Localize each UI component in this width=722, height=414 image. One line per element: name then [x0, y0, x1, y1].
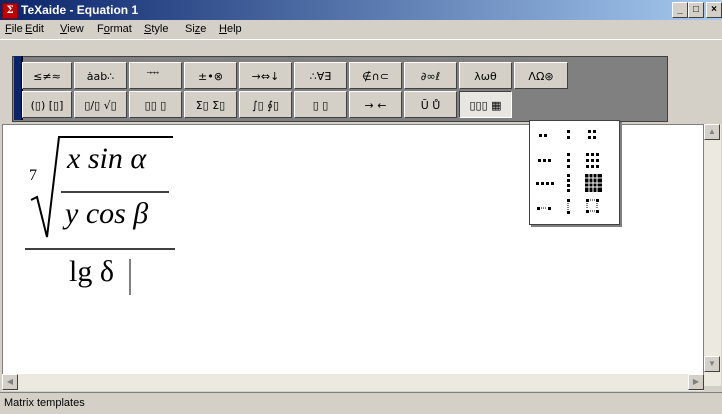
vertical-scrollbar[interactable]: ▲ ▼	[704, 124, 721, 386]
numerator-text[interactable]: x sin α	[67, 142, 146, 176]
matrix-4x1-template	[567, 174, 570, 192]
matrix-1xn-template	[537, 207, 551, 210]
set-theory-palette-button[interactable]: ∉∩⊂	[349, 62, 402, 89]
matrix-1x2-template	[539, 134, 547, 137]
app-icon[interactable]: Σ	[2, 3, 18, 19]
menu-format[interactable]: Format	[97, 23, 132, 35]
menu-style[interactable]: Style	[144, 23, 168, 35]
status-text: Matrix templates	[4, 397, 85, 409]
greek-uppercase-palette-button[interactable]: ΛΩ⊛	[514, 62, 568, 89]
menu-help[interactable]: Help	[219, 23, 242, 35]
fences-palette-button[interactable]: (▯) [▯]	[22, 91, 72, 118]
greek-lowercase-palette-button[interactable]: λωθ	[459, 62, 512, 89]
matrix-3x1-template	[567, 153, 570, 168]
relations-palette-button[interactable]: ≤≠≈	[22, 62, 72, 89]
matrix-mxn-template	[586, 199, 599, 213]
matrix-1x4-template	[536, 182, 554, 185]
maximize-button[interactable]: □	[688, 2, 704, 18]
matrix-3x3-template	[586, 153, 599, 168]
scroll-up-button[interactable]: ▲	[704, 124, 720, 140]
integrals-palette-button[interactable]: ∫▯ ∮▯	[239, 91, 292, 118]
matrix-1x3-template	[538, 159, 551, 162]
menu-bar: File Edit View Format Style Size Help	[0, 20, 722, 40]
status-bar: Matrix templates	[0, 392, 722, 414]
summations-palette-button[interactable]: Σ▯ Σ▯	[184, 91, 237, 118]
scroll-left-button[interactable]: ◀	[2, 374, 18, 390]
menu-edit[interactable]: Edit	[25, 23, 44, 35]
horizontal-scrollbar[interactable]: ◀ ▶	[2, 374, 704, 391]
fractions-radicals-palette-button[interactable]: ▯/▯ √▯	[74, 91, 127, 118]
matrix-4x4-template	[585, 174, 602, 192]
title-bar: Σ TeXaide - Equation 1 _ □ ×	[0, 0, 722, 20]
menu-view[interactable]: View	[60, 23, 84, 35]
denominator-text[interactable]: y cos β	[65, 197, 148, 231]
products-palette-button[interactable]: Ū Ů	[404, 91, 457, 118]
matrix-2x1-template	[567, 130, 570, 139]
subscripts-palette-button[interactable]: ▯▯ ▯	[129, 91, 182, 118]
root-index: 7	[29, 167, 37, 184]
matrix-2x2-template	[588, 130, 596, 139]
embellishments-palette-button[interactable]: ⃗ ⃗ ⃗	[129, 62, 182, 89]
matrix-templates-grid	[536, 130, 602, 214]
scroll-right-button[interactable]: ▶	[688, 374, 704, 390]
minimize-button[interactable]: _	[672, 2, 688, 18]
scroll-down-button[interactable]: ▼	[704, 356, 720, 372]
bars-palette-button[interactable]: ▯ ▯	[294, 91, 347, 118]
bottom-text[interactable]: lg δ	[69, 255, 114, 289]
labeled-arrows-palette-button[interactable]: → ←	[349, 91, 402, 118]
misc-symbols-palette-button[interactable]: ∂∞ℓ	[404, 62, 457, 89]
window-title: TeXaide - Equation 1	[21, 3, 139, 17]
arrows-palette-button[interactable]: →⇔↓	[239, 62, 292, 89]
matrix-nx1-template	[567, 199, 570, 214]
menu-size[interactable]: Size	[185, 23, 206, 35]
close-button[interactable]: ×	[706, 2, 722, 18]
matrix-palette-button[interactable]: ▯▯▯ ▦	[459, 91, 512, 118]
spaces-ellipses-palette-button[interactable]: ȧab∴	[74, 62, 127, 89]
menu-file[interactable]: File	[5, 23, 23, 35]
matrix-templates-dropdown	[529, 120, 620, 225]
logic-palette-button[interactable]: ∴∀∃	[294, 62, 347, 89]
operators-palette-button[interactable]: ±•⊗	[184, 62, 237, 89]
